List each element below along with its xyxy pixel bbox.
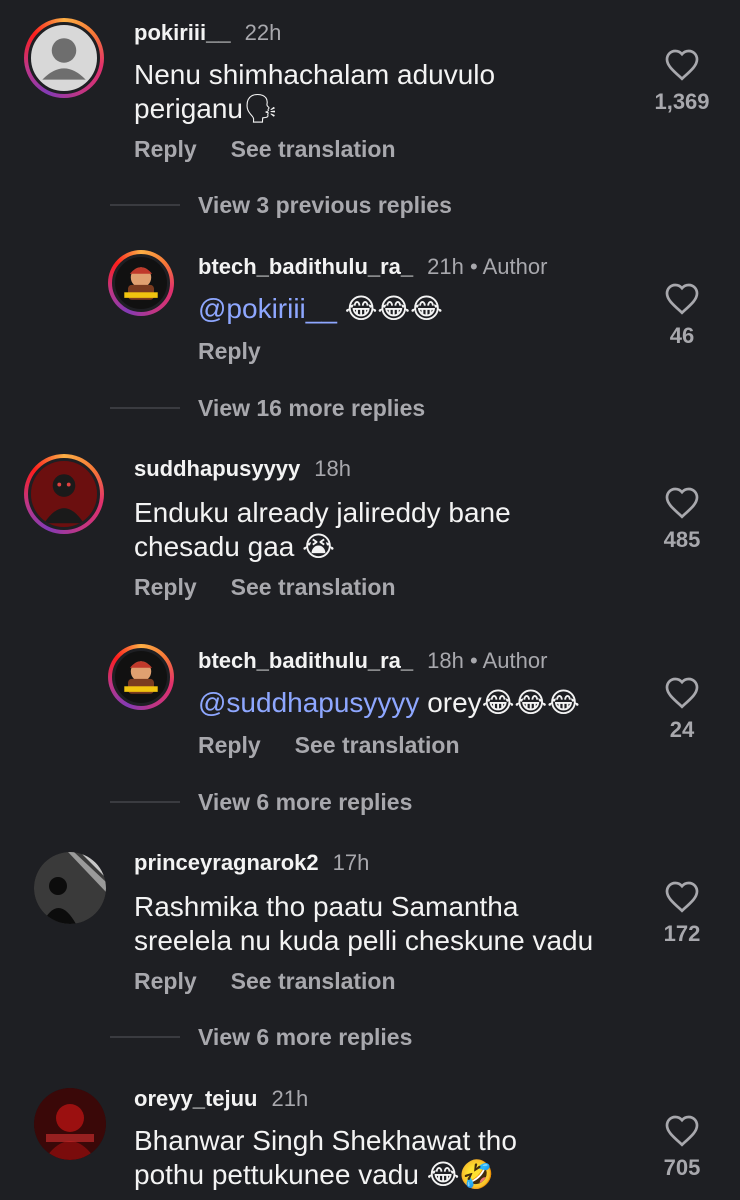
cartoon-avatar-icon	[124, 661, 158, 694]
avatar[interactable]	[34, 852, 106, 924]
profile-photo-icon	[34, 1088, 106, 1160]
username[interactable]: btech_badithulu_ra_	[198, 648, 413, 674]
divider	[110, 204, 180, 206]
avatar[interactable]	[34, 1088, 106, 1160]
author-badge: Author	[482, 254, 548, 279]
comment-header: oreyy_tejuu 21h	[134, 1086, 308, 1112]
comment-header: suddhapusyyyy 18h	[134, 456, 351, 482]
timestamp: 17h	[332, 850, 370, 875]
divider	[110, 801, 180, 803]
joy-rofl-emoji: 😂🤣	[426, 1159, 495, 1190]
heart-icon[interactable]	[664, 880, 700, 913]
comment-text: Rashmika tho paatu Samantha sreelela nu …	[134, 891, 594, 956]
like-control: 46	[642, 282, 722, 349]
see-translation-button[interactable]: See translation	[231, 574, 396, 601]
joy-emoji: 😂😂😂	[481, 687, 580, 718]
heart-icon[interactable]	[664, 48, 700, 81]
comment-actions: Reply	[198, 338, 261, 365]
heart-icon[interactable]	[664, 486, 700, 519]
divider	[110, 407, 180, 409]
like-count: 485	[663, 527, 701, 552]
comment-actions: Reply See translation	[198, 732, 460, 759]
reply-button[interactable]: Reply	[198, 732, 261, 759]
like-control: 705	[642, 1114, 722, 1181]
view-replies-button[interactable]: View 3 previous replies	[110, 192, 452, 219]
heart-icon[interactable]	[664, 1114, 700, 1147]
like-count: 46	[669, 323, 695, 348]
avatar[interactable]	[108, 644, 174, 710]
timestamp: 22h	[244, 20, 282, 45]
comment-header: btech_badithulu_ra_ 18h • Author	[198, 648, 547, 674]
like-count: 24	[669, 717, 695, 742]
like-control: 1,369	[642, 48, 722, 115]
comment-text: Enduku already jalireddy bane chesadu ga…	[134, 497, 511, 562]
reply-button[interactable]: Reply	[134, 574, 197, 601]
author-badge: Author	[482, 648, 548, 673]
comment-header: pokiriii__ 22h	[134, 20, 281, 46]
crying-emoji: 😭	[302, 531, 335, 562]
view-replies-button[interactable]: View 6 more replies	[110, 1024, 412, 1051]
reply-button[interactable]: Reply	[198, 338, 261, 365]
cartoon-avatar-icon	[124, 267, 158, 300]
avatar[interactable]	[24, 454, 104, 534]
comment-actions: Reply See translation	[134, 968, 396, 995]
see-translation-button[interactable]: See translation	[295, 732, 460, 759]
timestamp: 18h	[314, 456, 351, 481]
divider	[110, 1036, 180, 1038]
comment-text: Nenu shimhachalam aduvulo periganu🗣	[134, 59, 496, 124]
comment-text: @suddhapusyyyy orey😂😂😂	[198, 687, 580, 718]
timestamp: 21h	[271, 1086, 309, 1111]
see-translation-button[interactable]: See translation	[231, 136, 396, 163]
like-count: 1,369	[654, 89, 710, 114]
username[interactable]: oreyy_tejuu	[134, 1086, 258, 1112]
comment-actions: Reply See translation	[134, 574, 396, 601]
like-control: 172	[642, 880, 722, 947]
reply-button[interactable]: Reply	[134, 136, 197, 163]
avatar[interactable]	[24, 18, 104, 98]
username[interactable]: suddhapusyyyy	[134, 456, 300, 482]
username[interactable]: pokiriii__	[134, 20, 231, 46]
mention-link[interactable]: @suddhapusyyyy	[198, 687, 419, 718]
heart-icon[interactable]	[664, 676, 700, 709]
username[interactable]: btech_badithulu_ra_	[198, 254, 413, 280]
timestamp: 18h • Author	[427, 648, 548, 673]
comment-text: @pokiriii__ 😂😂😂	[198, 292, 443, 326]
comment-header: btech_badithulu_ra_ 21h • Author	[198, 254, 547, 280]
profile-photo-icon	[34, 852, 106, 924]
joy-emoji: 😂😂😂	[344, 293, 443, 324]
reply-button[interactable]: Reply	[134, 968, 197, 995]
avatar[interactable]	[108, 250, 174, 316]
speaking-head-emoji: 🗣	[242, 93, 279, 124]
comment-actions: Reply See translation	[134, 136, 396, 163]
like-count: 705	[663, 1155, 701, 1180]
comment-text: Bhanwar Singh Shekhawat tho pothu pettuk…	[134, 1125, 517, 1190]
username[interactable]: princeyragnarok2	[134, 850, 319, 876]
like-control: 24	[642, 676, 722, 743]
like-control: 485	[642, 486, 722, 553]
default-avatar-icon	[42, 38, 86, 80]
view-replies-button[interactable]: View 16 more replies	[110, 395, 425, 422]
view-replies-button[interactable]: View 6 more replies	[110, 789, 412, 816]
like-count: 172	[663, 921, 701, 946]
comment-header: princeyragnarok2 17h	[134, 850, 369, 876]
heart-icon[interactable]	[664, 282, 700, 315]
see-translation-button[interactable]: See translation	[231, 968, 396, 995]
timestamp: 21h • Author	[427, 254, 548, 279]
mention-link[interactable]: @pokiriii__	[198, 293, 337, 324]
comments-list: pokiriii__ 22h Nenu shimhachalam aduvulo…	[0, 0, 740, 1200]
profile-photo-icon	[31, 461, 97, 527]
